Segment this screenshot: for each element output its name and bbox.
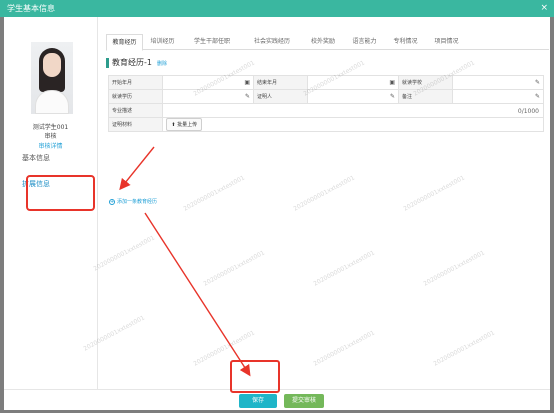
start-date-field[interactable]: ▣ bbox=[162, 75, 254, 90]
end-date-label: 结束年月 bbox=[252, 75, 309, 90]
dialog: 测试学生001 审核 审核详情 基本信息 扩展信息 教育经历 培训经历 学生干部… bbox=[4, 17, 550, 410]
calendar-icon[interactable]: ▣ bbox=[389, 79, 395, 86]
tab-awards[interactable]: 校外奖励 bbox=[302, 34, 344, 50]
tab-student-cadre[interactable]: 学生干部任职 bbox=[182, 34, 242, 50]
witness-field[interactable]: ✎ bbox=[307, 89, 399, 104]
proof-label: 证明材料 bbox=[107, 117, 164, 132]
char-counter: 0/1000 bbox=[517, 108, 539, 115]
student-name: 测试学生001 bbox=[32, 124, 69, 131]
student-status: 审核 bbox=[44, 133, 57, 140]
tab-projects[interactable]: 项目情况 bbox=[426, 34, 467, 50]
section-title: 教育经历-1 bbox=[112, 58, 152, 67]
window-title: 学生基本信息 bbox=[7, 4, 55, 13]
pencil-icon[interactable]: ✎ bbox=[535, 93, 540, 100]
window-titlebar: 学生基本信息 × bbox=[0, 0, 554, 17]
tab-training[interactable]: 培训经历 bbox=[143, 34, 182, 50]
highlight-box-nav bbox=[26, 175, 95, 211]
pencil-icon[interactable]: ✎ bbox=[390, 93, 395, 100]
degree-label: 就读学历 bbox=[107, 89, 164, 104]
education-form: 开始年月 ▣ 结束年月 ▣ 就读学校 ✎ 就读学历 ✎ 证明人 ✎ 备注 ✎ 专… bbox=[107, 75, 544, 132]
close-icon[interactable]: × bbox=[540, 0, 548, 17]
major-desc-label: 专业描述 bbox=[107, 103, 164, 118]
start-date-label: 开始年月 bbox=[107, 75, 164, 90]
submit-review-button[interactable]: 提交审核 bbox=[284, 394, 324, 408]
calendar-icon[interactable]: ▣ bbox=[244, 79, 250, 86]
remark-field[interactable]: ✎ bbox=[452, 89, 544, 104]
section-marker bbox=[106, 58, 109, 68]
remark-label: 备注 bbox=[397, 89, 454, 104]
pencil-icon[interactable]: ✎ bbox=[535, 79, 540, 86]
tab-patents[interactable]: 专利情况 bbox=[385, 34, 426, 50]
school-field[interactable]: ✎ bbox=[452, 75, 544, 90]
major-desc-textarea[interactable]: 0/1000 bbox=[162, 103, 544, 118]
delete-link[interactable]: 删除 bbox=[157, 60, 167, 67]
degree-field[interactable]: ✎ bbox=[162, 89, 254, 104]
tab-education[interactable]: 教育经历 bbox=[106, 34, 143, 51]
tab-social-practice[interactable]: 社会实践经历 bbox=[242, 34, 302, 50]
nav-basic-info[interactable]: 基本信息 bbox=[4, 151, 97, 165]
proof-cell: ⬆ 批量上传 bbox=[162, 117, 544, 132]
plus-circle-icon: + bbox=[109, 199, 115, 205]
school-label: 就读学校 bbox=[397, 75, 454, 90]
review-detail-link[interactable]: 审核详情 bbox=[4, 141, 97, 150]
batch-upload-button[interactable]: ⬆ 批量上传 bbox=[166, 118, 203, 131]
highlight-box-save bbox=[230, 360, 280, 393]
pencil-icon[interactable]: ✎ bbox=[245, 93, 250, 100]
upload-icon: ⬆ bbox=[171, 122, 176, 128]
tab-bar: 教育经历 培训经历 学生干部任职 社会实践经历 校外奖励 语言能力 专利情况 项… bbox=[106, 34, 549, 51]
add-education-link[interactable]: + 添加一条教育经历 bbox=[109, 198, 157, 205]
save-button[interactable]: 保存 bbox=[239, 394, 277, 408]
student-sidebar: 测试学生001 审核 审核详情 基本信息 扩展信息 bbox=[4, 17, 97, 389]
student-avatar bbox=[31, 42, 73, 114]
content-panel: 教育经历 培训经历 学生干部任职 社会实践经历 校外奖励 语言能力 专利情况 项… bbox=[97, 17, 549, 389]
end-date-field[interactable]: ▣ bbox=[307, 75, 399, 90]
witness-label: 证明人 bbox=[252, 89, 309, 104]
tab-language[interactable]: 语言能力 bbox=[344, 34, 385, 50]
